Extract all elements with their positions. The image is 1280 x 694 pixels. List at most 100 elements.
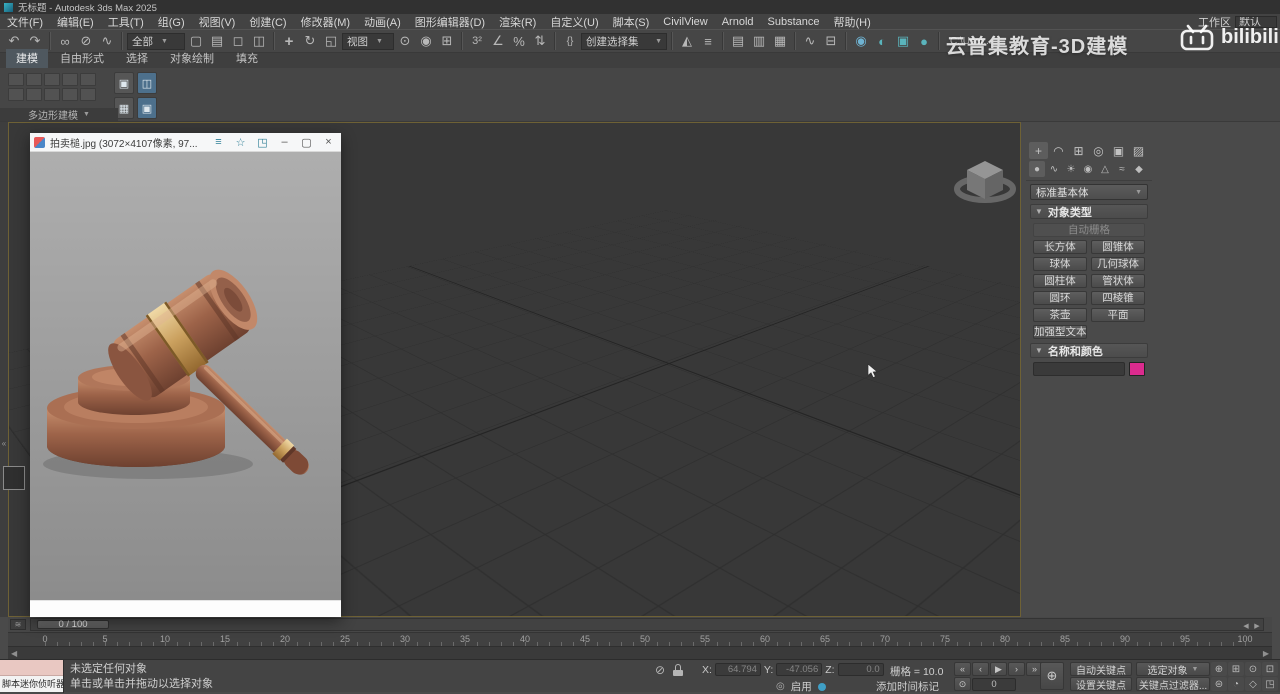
geosphere-button[interactable]: 几何球体 bbox=[1091, 257, 1145, 271]
zoom-extents-icon[interactable]: ⊙ bbox=[1245, 662, 1261, 676]
viewer-favorite-icon[interactable]: ☆ bbox=[232, 135, 249, 150]
menu-tools[interactable]: 工具(T) bbox=[101, 14, 151, 30]
menu-civilview[interactable]: CivilView bbox=[656, 16, 714, 28]
cylinder-button[interactable]: 圆柱体 bbox=[1033, 274, 1087, 288]
zoom-region-icon[interactable]: ⊡ bbox=[1262, 662, 1278, 676]
render-production-icon[interactable]: ● bbox=[914, 31, 934, 51]
key-mode-toggle-button[interactable]: ⊙ bbox=[954, 677, 971, 691]
utilities-tab-icon[interactable]: ▨ bbox=[1129, 142, 1148, 159]
object-name-input[interactable] bbox=[1033, 362, 1125, 376]
go-to-start-button[interactable]: « bbox=[954, 662, 971, 676]
spinner-snap-icon[interactable]: ⇅ bbox=[530, 31, 550, 51]
ribbon-mini-button[interactable] bbox=[8, 88, 24, 101]
dock-collapse-button[interactable]: « bbox=[0, 435, 8, 451]
autogrid-button[interactable]: 自动栅格 bbox=[1033, 223, 1145, 237]
ribbon-mini-button[interactable] bbox=[62, 88, 78, 101]
ribbon-mini-button[interactable] bbox=[62, 73, 78, 86]
pan-icon[interactable]: ⊜ bbox=[1211, 677, 1227, 691]
y-coordinate-field[interactable]: -47.056 bbox=[776, 663, 822, 676]
snap-toggle-icon[interactable]: 3² bbox=[467, 31, 487, 51]
menu-create[interactable]: 创建(C) bbox=[242, 14, 293, 30]
viewport-layout-tab-button[interactable] bbox=[3, 466, 25, 490]
menu-scripting[interactable]: 脚本(S) bbox=[606, 14, 657, 30]
next-frame-button[interactable]: › bbox=[1008, 662, 1025, 676]
unlink-selection-icon[interactable]: ⊘ bbox=[76, 31, 96, 51]
select-object-icon[interactable]: ▢ bbox=[186, 31, 206, 51]
named-selection-set-field[interactable]: 创建选择集 ▼ bbox=[581, 33, 667, 50]
ribbon-tab-modeling[interactable]: 建模 bbox=[6, 49, 48, 68]
maximize-viewport-toggle-icon[interactable]: ◳ bbox=[1262, 677, 1278, 691]
object-type-rollout-header[interactable]: ▼ 对象类型 bbox=[1030, 204, 1148, 219]
ribbon-mini-button[interactable] bbox=[26, 88, 42, 101]
macro-recorder-pane[interactable] bbox=[0, 660, 63, 676]
ribbon-mini-button[interactable] bbox=[8, 73, 24, 86]
key-filters-button[interactable]: 关键点过滤器... bbox=[1136, 677, 1210, 691]
name-color-rollout-header[interactable]: ▼ 名称和颜色 bbox=[1030, 343, 1148, 358]
box-button[interactable]: 长方体 bbox=[1033, 240, 1087, 254]
helpers-category-icon[interactable]: △ bbox=[1097, 161, 1113, 177]
space-warps-category-icon[interactable]: ≈ bbox=[1114, 161, 1130, 177]
reference-coordinate-dropdown[interactable]: 视图 ▼ bbox=[342, 33, 394, 50]
menu-modifiers[interactable]: 修改器(M) bbox=[294, 14, 358, 30]
align-icon[interactable]: ≡ bbox=[698, 31, 718, 51]
previous-frame-button[interactable]: ‹ bbox=[972, 662, 989, 676]
ribbon-tab-object-paint[interactable]: 对象绘制 bbox=[160, 49, 224, 68]
set-key-button[interactable]: ⊕ bbox=[1040, 662, 1064, 690]
percent-snap-icon[interactable]: % bbox=[509, 31, 529, 51]
viewcube[interactable] bbox=[953, 153, 1017, 209]
bind-to-space-warp-icon[interactable]: ∿ bbox=[97, 31, 117, 51]
use-pivot-center-icon[interactable]: ⊙ bbox=[395, 31, 415, 51]
viewer-minimize-icon[interactable]: – bbox=[276, 135, 293, 150]
plane-button[interactable]: 平面 bbox=[1091, 308, 1145, 322]
trackbar-left-arrow[interactable]: ◀ bbox=[11, 649, 17, 658]
set-keys-button[interactable]: 设置关键点 bbox=[1070, 677, 1132, 691]
ribbon-mini-button[interactable] bbox=[44, 73, 60, 86]
cone-button[interactable]: 圆锥体 bbox=[1091, 240, 1145, 254]
ribbon-mini-button[interactable] bbox=[80, 88, 96, 101]
ribbon-button[interactable]: ▣ bbox=[137, 97, 157, 119]
scene-explorer-icon[interactable]: ▤ bbox=[728, 31, 748, 51]
keyboard-override-icon[interactable]: ⊞ bbox=[437, 31, 457, 51]
maxscript-mini-listener[interactable]: 脚本迷你侦听器 bbox=[0, 660, 64, 693]
select-and-rotate-icon[interactable]: ↻ bbox=[300, 31, 320, 51]
workspace-dropdown[interactable]: 默认 bbox=[1235, 16, 1277, 28]
ribbon-toggle-icon[interactable]: ▦ bbox=[770, 31, 790, 51]
selection-region-icon[interactable]: ◻ bbox=[228, 31, 248, 51]
menu-customize[interactable]: 自定义(U) bbox=[543, 14, 605, 30]
menu-animation[interactable]: 动画(A) bbox=[357, 14, 408, 30]
ribbon-tab-selection[interactable]: 选择 bbox=[116, 49, 158, 68]
menu-substance[interactable]: Substance bbox=[761, 16, 827, 28]
select-and-move-icon[interactable]: + bbox=[279, 31, 299, 51]
image-viewer-window[interactable]: 拍卖槌.jpg (3072×4107像素, 97... ≡ ☆ ◳ – ▢ × bbox=[30, 133, 341, 617]
toggle-icon[interactable]: ◎ bbox=[776, 681, 785, 692]
hierarchy-tab-icon[interactable]: ⊞ bbox=[1069, 142, 1088, 159]
next-frame-arrow[interactable]: ▶ bbox=[1252, 621, 1262, 630]
rendered-frame-window-icon[interactable]: ▣ bbox=[893, 31, 913, 51]
schematic-view-icon[interactable]: ⊟ bbox=[821, 31, 841, 51]
motion-tab-icon[interactable]: ◎ bbox=[1089, 142, 1108, 159]
textplus-button[interactable]: 加强型文本 bbox=[1033, 325, 1087, 339]
select-and-link-icon[interactable]: ∞ bbox=[55, 31, 75, 51]
time-slider-track[interactable]: 0 / 100 ◀ ▶ bbox=[30, 618, 1264, 631]
viewer-fullscreen-icon[interactable]: ◳ bbox=[254, 135, 271, 150]
curve-editor-icon[interactable]: ∿ bbox=[800, 31, 820, 51]
lights-category-icon[interactable]: ☀ bbox=[1063, 161, 1079, 177]
named-selection-sets-icon[interactable]: {} bbox=[560, 31, 580, 51]
select-and-scale-icon[interactable]: ◱ bbox=[321, 31, 341, 51]
zoom-icon[interactable]: ⊕ bbox=[1211, 662, 1227, 676]
viewer-close-icon[interactable]: × bbox=[320, 135, 337, 150]
select-by-name-icon[interactable]: ▤ bbox=[207, 31, 227, 51]
trackbar-right-arrow[interactable]: ▶ bbox=[1263, 649, 1269, 658]
selection-lock-icon[interactable] bbox=[673, 664, 683, 676]
open-mini-curve-editor-button[interactable]: ≋ bbox=[10, 619, 26, 630]
undo-icon[interactable]: ↶ bbox=[4, 31, 24, 51]
layer-explorer-icon[interactable]: ▥ bbox=[749, 31, 769, 51]
play-button[interactable]: ▶ bbox=[990, 662, 1007, 676]
display-tab-icon[interactable]: ▣ bbox=[1109, 142, 1128, 159]
tube-button[interactable]: 管状体 bbox=[1091, 274, 1145, 288]
track-bar[interactable]: ◀ ▶ bbox=[8, 646, 1272, 659]
polygon-modeling-panel-label[interactable]: 多边形建模 ▼ bbox=[0, 108, 118, 121]
modify-tab-icon[interactable]: ◠ bbox=[1049, 142, 1068, 159]
ribbon-button[interactable]: ▣ bbox=[114, 72, 134, 94]
menu-group[interactable]: 组(G) bbox=[151, 14, 192, 30]
